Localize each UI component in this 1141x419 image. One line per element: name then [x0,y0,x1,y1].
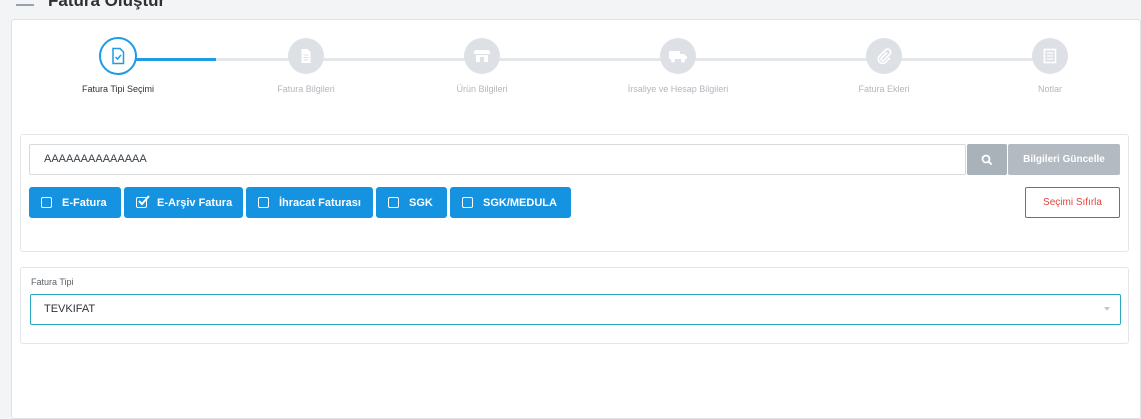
step-label: İrsaliye ve Hesap Bilgileri [627,84,729,94]
page-title: Fatura Oluştur [48,0,166,10]
update-info-button[interactable]: Bilgileri Güncelle [1008,144,1120,175]
notes-icon [1032,38,1068,74]
fatura-tipi-panel: Fatura Tipi TEVKIFAT [20,267,1129,344]
checked-checkbox-icon [136,195,150,208]
checkbox-icon [462,197,473,208]
search-button[interactable] [967,144,1007,175]
page-header: Fatura Oluştur [0,0,1141,14]
search-icon [981,154,993,165]
checkbox-label: İhracat Faturası [279,196,361,209]
checkbox-label: SGK/MEDULA [483,196,557,209]
paperclip-icon [866,38,902,74]
step-label: Ürün Bilgileri [456,84,508,94]
step-notlar[interactable]: Notlar [950,38,1141,94]
e-fatura-checkbox[interactable]: E-Fatura [29,187,121,218]
e-arsiv-fatura-checkbox[interactable]: E-Arşiv Fatura [124,187,243,218]
checkbox-label: E-Arşiv Fatura [157,196,233,209]
document-check-icon [99,37,137,75]
checkbox-icon [41,197,52,208]
store-icon [464,38,500,74]
sgk-checkbox[interactable]: SGK [376,187,447,218]
step-urun-bilgileri[interactable]: Ürün Bilgileri [382,38,582,94]
fatura-tipi-label: Fatura Tipi [31,277,74,287]
step-label: Fatura Bilgileri [277,84,335,94]
chevron-down-icon [1104,307,1110,311]
stepper: Fatura Tipi Seçimi Fatura Bilgileri Ürün… [12,20,1141,130]
step-label: Fatura Tipi Seçimi [81,84,155,94]
select-value: TEVKIFAT [44,303,96,315]
checkbox-icon [388,197,399,208]
sgk-medula-checkbox[interactable]: SGK/MEDULA [450,187,571,218]
step-label: Notlar [1037,84,1062,94]
document-icon [288,38,324,74]
ihracat-faturasi-checkbox[interactable]: İhracat Faturası [246,187,373,218]
fatura-tipi-select[interactable]: TEVKIFAT [30,294,1121,325]
checkbox-label: E-Fatura [62,196,107,209]
checkbox-icon [258,197,269,208]
truck-icon [660,38,696,74]
checkbox-label: SGK [409,196,433,209]
search-input[interactable]: AAAAAAAAAAAAAA [29,144,966,175]
menu-toggle-icon[interactable] [16,4,34,6]
step-fatura-tipi-secimi[interactable]: Fatura Tipi Seçimi [18,37,218,94]
main-card: Fatura Tipi Seçimi Fatura Bilgileri Ürün… [11,19,1141,419]
invoice-type-panel: AAAAAAAAAAAAAA Bilgileri Güncelle E-Fatu… [20,134,1129,252]
reset-selection-button[interactable]: Seçimi Sıfırla [1025,187,1120,218]
step-fatura-bilgileri[interactable]: Fatura Bilgileri [206,38,406,94]
step-irsaliye-ve-hesap[interactable]: İrsaliye ve Hesap Bilgileri [578,38,778,94]
